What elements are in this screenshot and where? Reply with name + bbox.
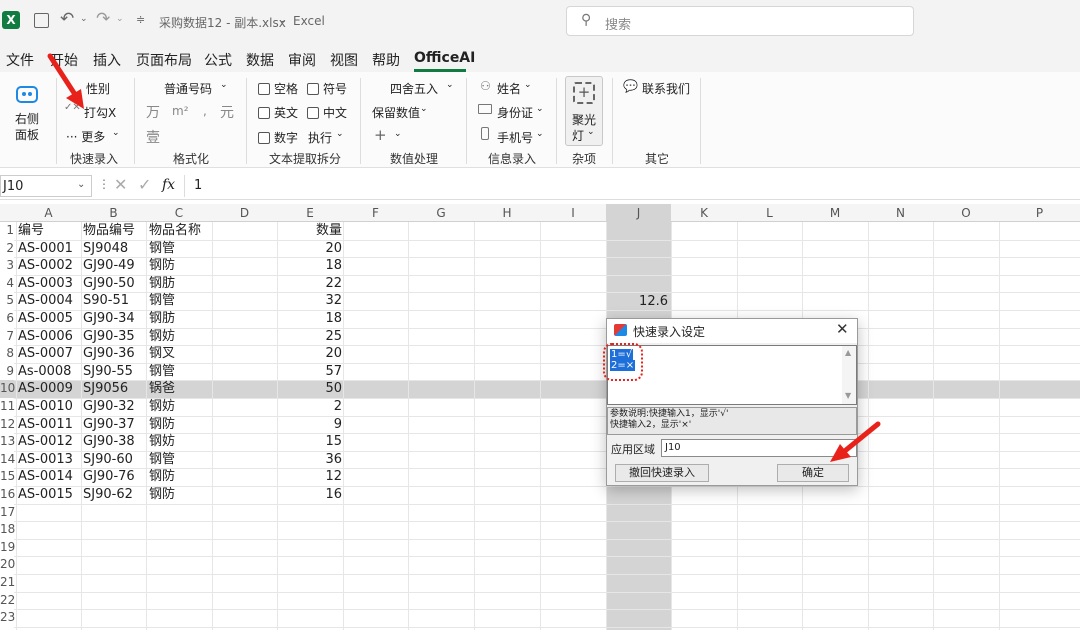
arrow-to-tick-button — [47, 53, 79, 99]
arrow-to-ok-button — [843, 421, 881, 453]
annotation-arrows — [47, 53, 881, 462]
